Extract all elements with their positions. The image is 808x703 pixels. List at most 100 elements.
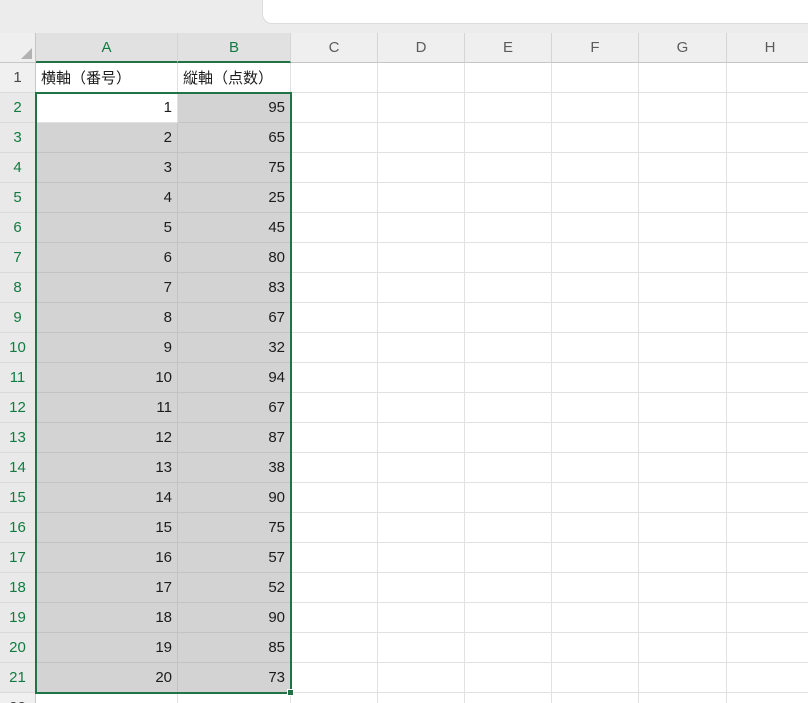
cell-G20[interactable] [639, 633, 727, 663]
cell-E8[interactable] [465, 273, 552, 303]
row-header-7[interactable]: 7 [0, 243, 36, 273]
row-header-2[interactable]: 2 [0, 93, 36, 123]
cell-F22[interactable] [552, 693, 639, 703]
cell-A19[interactable]: 18 [36, 603, 178, 633]
cell-E18[interactable] [465, 573, 552, 603]
cell-E3[interactable] [465, 123, 552, 153]
cell-G12[interactable] [639, 393, 727, 423]
cell-F6[interactable] [552, 213, 639, 243]
cell-E11[interactable] [465, 363, 552, 393]
cell-A18[interactable]: 17 [36, 573, 178, 603]
cell-E16[interactable] [465, 513, 552, 543]
cell-H1[interactable] [727, 63, 808, 93]
cell-C17[interactable] [291, 543, 378, 573]
cell-A2[interactable]: 1 [36, 93, 178, 123]
cell-A11[interactable]: 10 [36, 363, 178, 393]
row-header-3[interactable]: 3 [0, 123, 36, 153]
cell-H15[interactable] [727, 483, 808, 513]
row-header-18[interactable]: 18 [0, 573, 36, 603]
cell-F10[interactable] [552, 333, 639, 363]
cell-H12[interactable] [727, 393, 808, 423]
cell-F14[interactable] [552, 453, 639, 483]
cell-E13[interactable] [465, 423, 552, 453]
cell-G7[interactable] [639, 243, 727, 273]
cell-H21[interactable] [727, 663, 808, 693]
cell-G21[interactable] [639, 663, 727, 693]
cell-F11[interactable] [552, 363, 639, 393]
cell-B1[interactable]: 縦軸（点数） [178, 63, 291, 93]
cell-H20[interactable] [727, 633, 808, 663]
cell-E21[interactable] [465, 663, 552, 693]
cell-D19[interactable] [378, 603, 465, 633]
cell-F13[interactable] [552, 423, 639, 453]
cell-H17[interactable] [727, 543, 808, 573]
cell-E22[interactable] [465, 693, 552, 703]
cell-E19[interactable] [465, 603, 552, 633]
cell-B7[interactable]: 80 [178, 243, 291, 273]
cell-A1[interactable]: 横軸（番号） [36, 63, 178, 93]
cell-C4[interactable] [291, 153, 378, 183]
cell-F20[interactable] [552, 633, 639, 663]
cell-F19[interactable] [552, 603, 639, 633]
cell-B5[interactable]: 25 [178, 183, 291, 213]
cell-C15[interactable] [291, 483, 378, 513]
cell-C20[interactable] [291, 633, 378, 663]
cell-F16[interactable] [552, 513, 639, 543]
cell-C16[interactable] [291, 513, 378, 543]
column-header-A[interactable]: A [36, 33, 178, 63]
cell-A6[interactable]: 5 [36, 213, 178, 243]
cell-C2[interactable] [291, 93, 378, 123]
cell-F7[interactable] [552, 243, 639, 273]
cell-C6[interactable] [291, 213, 378, 243]
row-header-14[interactable]: 14 [0, 453, 36, 483]
cell-E14[interactable] [465, 453, 552, 483]
cell-F17[interactable] [552, 543, 639, 573]
cell-D10[interactable] [378, 333, 465, 363]
row-header-8[interactable]: 8 [0, 273, 36, 303]
cell-F15[interactable] [552, 483, 639, 513]
row-header-13[interactable]: 13 [0, 423, 36, 453]
row-header-17[interactable]: 17 [0, 543, 36, 573]
cell-F21[interactable] [552, 663, 639, 693]
cell-H16[interactable] [727, 513, 808, 543]
cell-G10[interactable] [639, 333, 727, 363]
cell-D8[interactable] [378, 273, 465, 303]
cell-D16[interactable] [378, 513, 465, 543]
cell-C9[interactable] [291, 303, 378, 333]
cell-B15[interactable]: 90 [178, 483, 291, 513]
cell-F3[interactable] [552, 123, 639, 153]
cell-G5[interactable] [639, 183, 727, 213]
cell-H14[interactable] [727, 453, 808, 483]
cell-C5[interactable] [291, 183, 378, 213]
cell-C12[interactable] [291, 393, 378, 423]
cell-H22[interactable] [727, 693, 808, 703]
cell-D22[interactable] [378, 693, 465, 703]
select-all-button[interactable] [0, 33, 36, 63]
row-header-9[interactable]: 9 [0, 303, 36, 333]
cell-E10[interactable] [465, 333, 552, 363]
cell-G13[interactable] [639, 423, 727, 453]
cell-D17[interactable] [378, 543, 465, 573]
cell-C22[interactable] [291, 693, 378, 703]
column-header-F[interactable]: F [552, 33, 639, 63]
cell-E9[interactable] [465, 303, 552, 333]
cell-D7[interactable] [378, 243, 465, 273]
row-header-4[interactable]: 4 [0, 153, 36, 183]
cell-D1[interactable] [378, 63, 465, 93]
cell-E17[interactable] [465, 543, 552, 573]
cell-H11[interactable] [727, 363, 808, 393]
cell-G3[interactable] [639, 123, 727, 153]
fill-handle[interactable] [287, 689, 294, 696]
cell-F18[interactable] [552, 573, 639, 603]
column-header-C[interactable]: C [291, 33, 378, 63]
cell-D4[interactable] [378, 153, 465, 183]
cell-A3[interactable]: 2 [36, 123, 178, 153]
cell-C19[interactable] [291, 603, 378, 633]
cell-C3[interactable] [291, 123, 378, 153]
cell-G1[interactable] [639, 63, 727, 93]
cell-C18[interactable] [291, 573, 378, 603]
row-header-20[interactable]: 20 [0, 633, 36, 663]
cell-B10[interactable]: 32 [178, 333, 291, 363]
cell-H19[interactable] [727, 603, 808, 633]
row-header-5[interactable]: 5 [0, 183, 36, 213]
